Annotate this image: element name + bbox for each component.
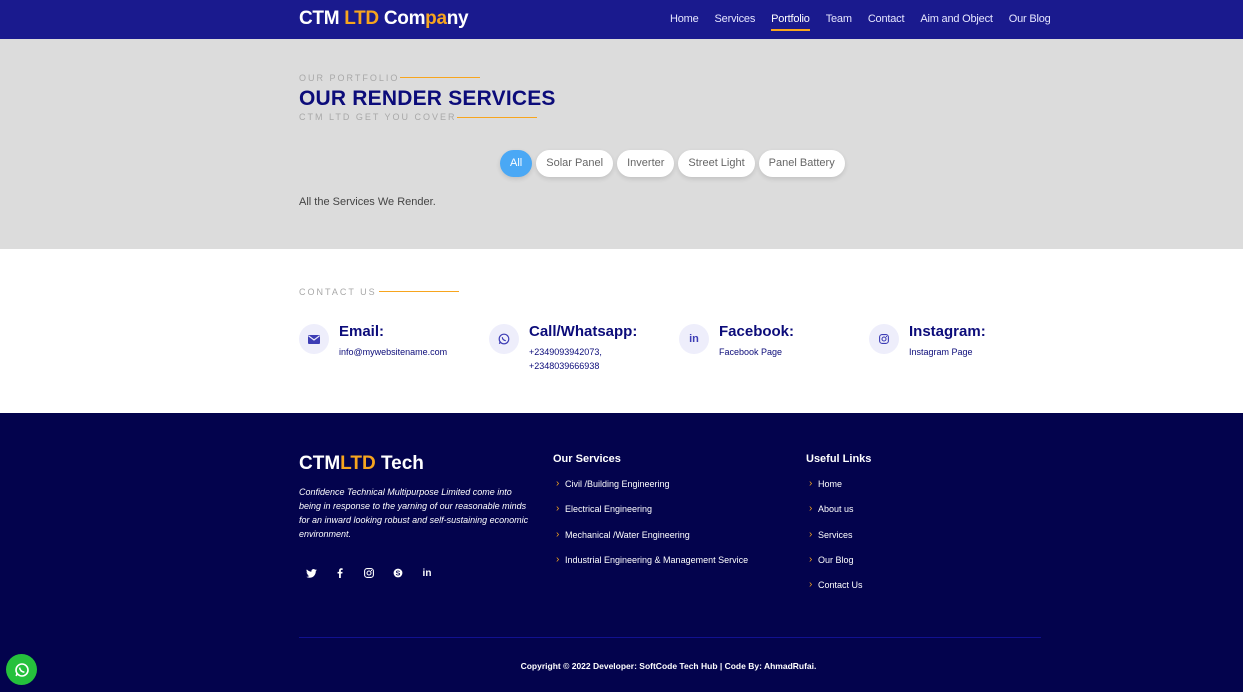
chevron-right-icon: › [809,478,813,489]
instagram-icon [869,324,899,354]
footer-link-label: Contact Us [818,580,863,591]
brand-logo[interactable]: CTM LTD Company [299,8,469,30]
footer-service-item[interactable]: › Civil /Building Engineering [556,479,748,504]
chevron-right-icon: › [809,503,813,515]
logo-part-ltd: LTD [344,8,379,29]
footer-service-item[interactable]: › Electrical Engineering [556,504,748,529]
skype-icon[interactable]: S [387,562,409,584]
footer-service-label: Mechanical /Water Engineering [565,529,690,540]
nav-contact[interactable]: Contact [868,13,905,25]
portfolio-description: All the Services We Render. [299,196,436,208]
footer-logo-tech: Tech [375,453,424,474]
filter-solar-panel[interactable]: Solar Panel [536,150,614,177]
facebook-icon[interactable] [329,562,351,584]
footer-logo-ltd: LTD [340,453,376,474]
contact-section: CONTACT US Email: info@mywebsitename.com… [0,249,1243,413]
contact-email-title: Email: [339,323,385,340]
footer-divider [299,637,1041,638]
footer-link-label: Services [818,529,853,540]
footer-link-label: Home [818,479,843,489]
contact-whatsapp-value[interactable]: +2349093942073, +2348039666938 [529,345,602,373]
footer-link-label: Our Blog [818,554,854,565]
subtitle-divider [457,117,537,118]
filter-panel-battery[interactable]: Panel Battery [758,150,845,177]
portfolio-filters: All Solar Panel Inverter Street Light Pa… [500,150,849,177]
top-navbar: CTM LTD Company Home Services Portfolio … [0,0,1243,39]
nav-home[interactable]: Home [670,13,699,25]
nav-team[interactable]: Team [826,13,852,25]
contact-email-value[interactable]: info@mywebsitename.com [339,345,447,359]
whatsapp-float-button[interactable] [6,654,37,685]
eyebrow-divider [400,77,480,78]
twitter-icon[interactable] [300,562,322,584]
portfolio-eyebrow: OUR PORTFOLIO [299,73,400,83]
footer-link-home[interactable]: › Home [809,479,863,504]
phone-number-2[interactable]: +2348039666938 [529,359,602,373]
chevron-right-icon: › [556,478,560,489]
instagram-icon[interactable] [358,562,380,584]
main-nav: Home Services Portfolio Team Contact Aim… [670,13,1067,31]
logo-part-pa: pa [425,8,447,29]
footer-services-title: Our Services [553,453,621,465]
footer-link-blog[interactable]: › Our Blog [809,553,863,580]
filter-all[interactable]: All [500,150,533,177]
contact-eyebrow: CONTACT US [299,287,377,297]
footer-about-text: Confidence Technical Multipurpose Limite… [299,487,529,539]
svg-text:S: S [396,570,401,577]
footer-link-label: About us [818,504,854,515]
linkedin-icon: in [679,324,709,354]
contact-facebook-title: Facebook: [719,323,795,340]
footer-logo-ctm: CTM [299,453,341,474]
site-footer: CTMLTD Tech Confidence Technical Multipu… [0,413,1243,692]
contact-eyebrow-divider [379,291,459,292]
footer-logo[interactable]: CTMLTD Tech [299,453,424,475]
nav-services[interactable]: Services [715,13,756,25]
footer-link-about[interactable]: › About us [809,504,863,529]
filter-street-light[interactable]: Street Light [678,150,755,177]
logo-part-ctm: CTM [299,8,345,29]
filter-inverter[interactable]: Inverter [617,150,675,177]
portfolio-subtitle: CTM LTD GET YOU COVER [299,112,457,122]
footer-service-item[interactable]: › Industrial Engineering & Management Ser… [556,553,749,580]
chevron-right-icon: › [809,579,813,591]
footer-useful-links: › Home › About us › Services › Our Blog › Con… [809,479,863,605]
contact-instagram-title: Instagram: [909,323,986,340]
contact-whatsapp-title: Call/Whatsapp: [529,323,638,340]
chevron-right-icon: › [809,553,813,565]
linkedin-icon[interactable]: in [416,562,438,584]
footer-social-links: S in [300,562,445,584]
chevron-right-icon: › [556,553,560,565]
whatsapp-icon [14,662,29,677]
copyright-text: Copyright © 2022 Developer: SoftCode Tec… [520,661,817,671]
footer-link-services[interactable]: › Services [809,528,863,555]
nav-portfolio[interactable]: Portfolio [771,13,810,31]
chevron-right-icon: › [556,503,560,515]
footer-service-label: Industrial Engineering & Management Serv… [565,554,749,565]
footer-service-label: Electrical Engineering [565,504,653,515]
footer-link-contact[interactable]: › Contact Us [809,580,863,605]
nav-aim-and-object[interactable]: Aim and Object [920,13,993,25]
chevron-right-icon: › [809,528,813,540]
chevron-right-icon: › [556,528,560,540]
footer-service-item[interactable]: › Mechanical /Water Engineering [556,528,748,555]
footer-services-list: › Civil /Building Engineering › Electrical… [556,479,748,580]
whatsapp-icon [489,324,519,354]
contact-instagram-value[interactable]: Instagram Page [909,345,973,359]
logo-part-com: Com [378,8,426,29]
footer-service-label: Civil /Building Engineering [565,479,670,489]
envelope-icon [299,324,329,354]
footer-links-title: Useful Links [806,453,872,465]
nav-our-blog[interactable]: Our Blog [1009,13,1051,25]
logo-part-ny: ny [446,8,469,29]
portfolio-section: OUR PORTFOLIO OUR RENDER SERVICES CTM LT… [0,39,1243,249]
phone-number-1[interactable]: +2349093942073, [529,345,602,359]
contact-facebook-value[interactable]: Facebook Page [719,345,782,359]
portfolio-title: OUR RENDER SERVICES [299,87,556,110]
